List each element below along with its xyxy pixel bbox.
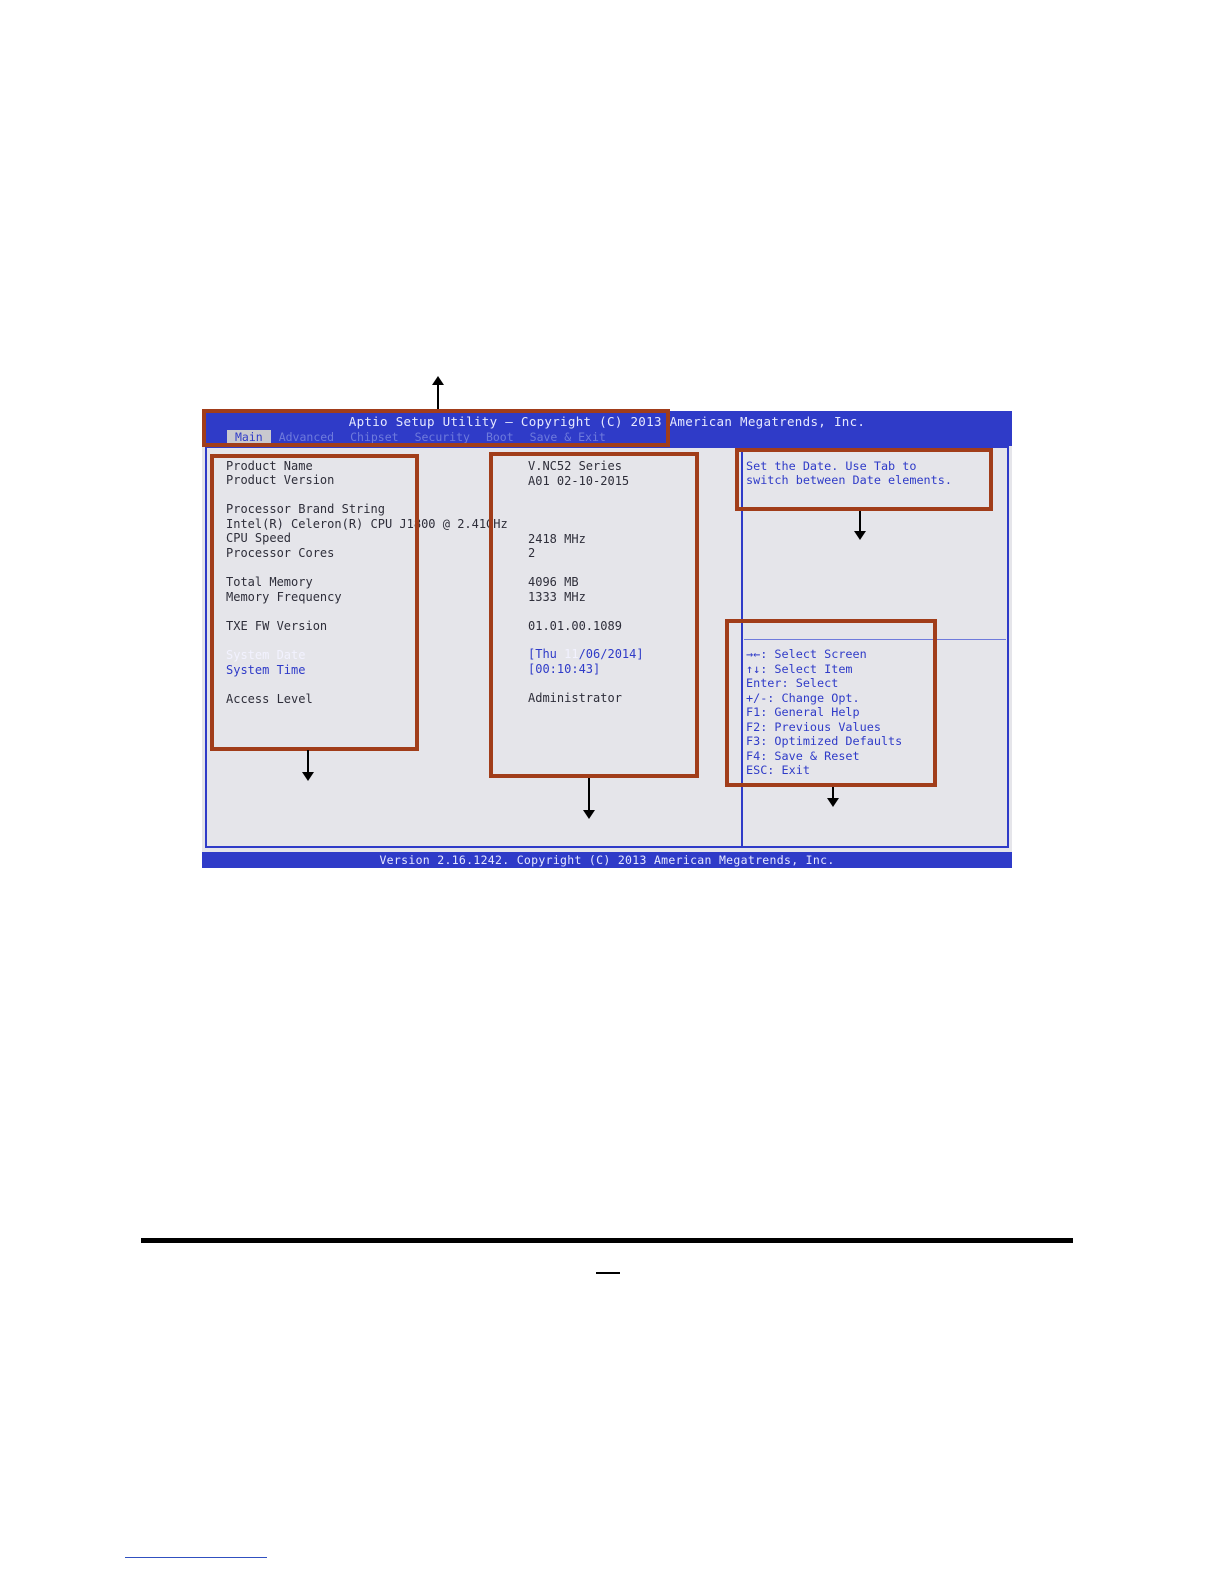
annotation-box-labels — [210, 454, 419, 751]
annotation-box-keys — [725, 619, 937, 787]
annotation-box-help — [735, 448, 993, 511]
footnote-underline — [125, 1557, 267, 1558]
arrow-down-icon — [583, 778, 595, 819]
arrow-up-icon — [432, 376, 444, 409]
page-horizontal-rule — [141, 1238, 1073, 1243]
bios-footer-text: Version 2.16.1242. Copyright (C) 2013 Am… — [379, 853, 835, 867]
arrow-down-icon — [827, 787, 839, 807]
arrow-down-icon — [854, 511, 866, 540]
annotation-box-values — [489, 452, 699, 778]
annotation-box-menu-bar — [202, 409, 670, 447]
page-number-underline — [596, 1272, 620, 1274]
arrow-down-icon — [302, 750, 314, 781]
